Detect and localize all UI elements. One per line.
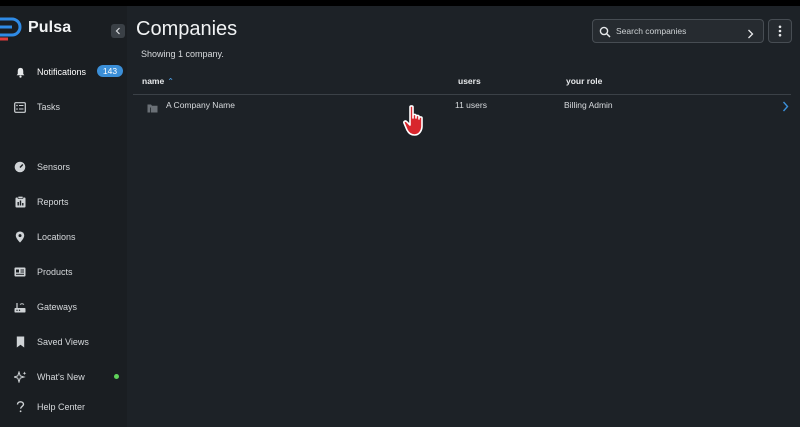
notification-count-badge: 143 [97,65,123,77]
sidebar: Pulsa Notifications 143 Tasks Sensors Re… [0,6,127,427]
gauge-icon [13,160,27,174]
result-count: Showing 1 company. [141,49,224,59]
checklist-icon [13,100,27,114]
sidebar-item-locations[interactable]: Locations [0,225,127,249]
sidebar-item-label: Sensors [37,162,71,172]
logo[interactable]: Pulsa [0,14,71,42]
sidebar-item-label: Notifications [37,67,87,77]
table-header: name ⌃ users your role [133,74,791,95]
more-vertical-icon [778,25,782,37]
sidebar-item-gateways[interactable]: Gateways [0,295,127,319]
sidebar-item-label: Locations [37,232,76,242]
sidebar-item-label: Saved Views [37,337,89,347]
question-icon [13,400,27,414]
chevron-right-icon[interactable] [782,99,789,117]
sidebar-item-label: Help Center [37,402,86,412]
column-header-users[interactable]: users [458,76,481,86]
sidebar-item-notifications[interactable]: Notifications 143 [0,60,127,84]
sidebar-item-help-center[interactable]: Help Center [0,395,127,419]
column-header-role[interactable]: your role [566,76,602,86]
chevron-right-icon[interactable] [747,26,754,44]
app-window: Pulsa Notifications 143 Tasks Sensors Re… [0,6,800,427]
new-indicator-dot [114,374,119,379]
folder-icon [147,100,158,118]
router-icon [13,300,27,314]
sort-ascending-icon: ⌃ [167,77,174,86]
sidebar-item-label: What's New [37,372,85,382]
app-name: Pulsa [28,19,72,36]
sidebar-item-sensors[interactable]: Sensors [0,155,127,179]
user-role: Billing Admin [564,100,613,110]
sidebar-item-products[interactable]: Products [0,260,127,284]
sidebar-item-label: Reports [37,197,69,207]
bell-icon [13,65,27,79]
column-header-name[interactable]: name ⌃ [142,76,174,86]
main-content: Companies Showing 1 company. Search comp… [127,6,800,427]
product-card-icon [13,265,27,279]
hand-cursor-icon [402,104,432,143]
chevron-left-icon [115,27,120,35]
sidebar-item-label: Tasks [37,102,61,112]
sidebar-item-label: Gateways [37,302,78,312]
more-options-button[interactable] [768,19,792,43]
clipboard-icon [13,195,27,209]
sidebar-item-whats-new[interactable]: What's New [0,365,127,389]
table-row[interactable]: A Company Name 11 users Billing Admin [133,94,791,116]
sparkle-icon [13,370,27,384]
collapse-sidebar-button[interactable] [111,24,125,38]
pulsa-logo-icon [0,17,22,41]
sidebar-item-tasks[interactable]: Tasks [0,95,127,119]
bookmark-icon [13,335,27,349]
search-icon [599,25,611,43]
company-name[interactable]: A Company Name [166,100,235,110]
user-count: 11 users [455,100,487,110]
search-placeholder: Search companies [616,26,687,36]
page-title: Companies [136,18,238,40]
column-header-label: name [142,76,165,86]
sidebar-item-saved-views[interactable]: Saved Views [0,330,127,354]
sidebar-item-label: Products [37,267,73,277]
location-pin-icon [13,230,27,244]
search-input[interactable]: Search companies [592,19,764,43]
sidebar-item-reports[interactable]: Reports [0,190,127,214]
